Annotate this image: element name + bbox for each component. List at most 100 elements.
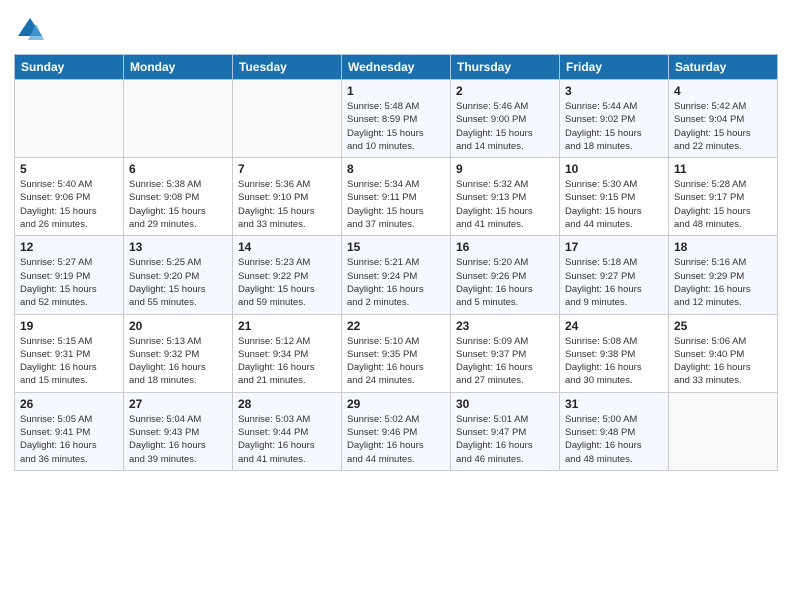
calendar-cell: 9 Sunrise: 5:32 AM Sunset: 9:13 PM Daylig… [451, 158, 560, 236]
day-number: 30 [456, 397, 554, 411]
day-number: 8 [347, 162, 445, 176]
calendar-cell: 27 Sunrise: 5:04 AM Sunset: 9:43 PM Dayli… [124, 392, 233, 470]
day-info: Sunrise: 5:40 AM Sunset: 9:06 PM Dayligh… [20, 178, 118, 231]
day-info: Sunrise: 5:10 AM Sunset: 9:35 PM Dayligh… [347, 335, 445, 388]
calendar-cell: 3Sunrise: 5:44 AM Sunset: 9:02 PM Daylig… [560, 80, 669, 158]
day-info: Sunrise: 5:42 AM Sunset: 9:04 PM Dayligh… [674, 100, 772, 153]
logo-icon [14, 14, 46, 46]
day-number: 1 [347, 84, 445, 98]
weekday-header-thursday: Thursday [451, 55, 560, 80]
day-number: 11 [674, 162, 772, 176]
calendar-cell: 19 Sunrise: 5:15 AM Sunset: 9:31 PM Dayli… [15, 314, 124, 392]
day-info: Sunrise: 5:02 AM Sunset: 9:46 PM Dayligh… [347, 413, 445, 466]
calendar-cell: 15 Sunrise: 5:21 AM Sunset: 9:24 PM Dayli… [342, 236, 451, 314]
weekday-header-saturday: Saturday [669, 55, 778, 80]
day-number: 31 [565, 397, 663, 411]
calendar-cell: 1 Sunrise: 5:48 AM Sunset: 8:59 PM Daylig… [342, 80, 451, 158]
weekday-header-tuesday: Tuesday [233, 55, 342, 80]
calendar-cell: 10 Sunrise: 5:30 AM Sunset: 9:15 PM Dayli… [560, 158, 669, 236]
day-number: 17 [565, 240, 663, 254]
day-info: Sunrise: 5:12 AM Sunset: 9:34 PM Dayligh… [238, 335, 336, 388]
day-info: Sunrise: 5:36 AM Sunset: 9:10 PM Dayligh… [238, 178, 336, 231]
day-info: Sunrise: 5:06 AM Sunset: 9:40 PM Dayligh… [674, 335, 772, 388]
day-info: Sunrise: 5:08 AM Sunset: 9:38 PM Dayligh… [565, 335, 663, 388]
day-number: 26 [20, 397, 118, 411]
calendar-cell: 16 Sunrise: 5:20 AM Sunset: 9:26 PM Dayli… [451, 236, 560, 314]
calendar-cell: 14 Sunrise: 5:23 AM Sunset: 9:22 PM Dayli… [233, 236, 342, 314]
day-info: Sunrise: 5:03 AM Sunset: 9:44 PM Dayligh… [238, 413, 336, 466]
calendar-cell: 7 Sunrise: 5:36 AM Sunset: 9:10 PM Daylig… [233, 158, 342, 236]
day-number: 12 [20, 240, 118, 254]
day-number: 18 [674, 240, 772, 254]
day-info: Sunrise: 5:28 AM Sunset: 9:17 PM Dayligh… [674, 178, 772, 231]
logo [14, 14, 50, 46]
calendar-cell: 25 Sunrise: 5:06 AM Sunset: 9:40 PM Dayli… [669, 314, 778, 392]
header [14, 10, 778, 46]
calendar-cell: 20Sunrise: 5:13 AM Sunset: 9:32 PM Dayli… [124, 314, 233, 392]
day-number: 19 [20, 319, 118, 333]
calendar-cell: 4 Sunrise: 5:42 AM Sunset: 9:04 PM Daylig… [669, 80, 778, 158]
calendar-week-row: 26Sunrise: 5:05 AM Sunset: 9:41 PM Dayli… [15, 392, 778, 470]
day-number: 9 [456, 162, 554, 176]
day-number: 4 [674, 84, 772, 98]
day-number: 27 [129, 397, 227, 411]
calendar-cell: 13 Sunrise: 5:25 AM Sunset: 9:20 PM Dayli… [124, 236, 233, 314]
day-info: Sunrise: 5:04 AM Sunset: 9:43 PM Dayligh… [129, 413, 227, 466]
calendar-cell: 30 Sunrise: 5:01 AM Sunset: 9:47 PM Dayli… [451, 392, 560, 470]
day-number: 10 [565, 162, 663, 176]
day-number: 16 [456, 240, 554, 254]
calendar-cell: 12 Sunrise: 5:27 AM Sunset: 9:19 PM Dayli… [15, 236, 124, 314]
day-info: Sunrise: 5:15 AM Sunset: 9:31 PM Dayligh… [20, 335, 118, 388]
day-number: 29 [347, 397, 445, 411]
day-info: Sunrise: 5:01 AM Sunset: 9:47 PM Dayligh… [456, 413, 554, 466]
day-number: 3 [565, 84, 663, 98]
day-info: Sunrise: 5:16 AM Sunset: 9:29 PM Dayligh… [674, 256, 772, 309]
page: SundayMondayTuesdayWednesdayThursdayFrid… [0, 0, 792, 612]
day-number: 2 [456, 84, 554, 98]
weekday-header-monday: Monday [124, 55, 233, 80]
day-number: 28 [238, 397, 336, 411]
day-info: Sunrise: 5:30 AM Sunset: 9:15 PM Dayligh… [565, 178, 663, 231]
day-info: Sunrise: 5:48 AM Sunset: 8:59 PM Dayligh… [347, 100, 445, 153]
calendar-cell: 29 Sunrise: 5:02 AM Sunset: 9:46 PM Dayli… [342, 392, 451, 470]
day-number: 21 [238, 319, 336, 333]
calendar-cell: 28 Sunrise: 5:03 AM Sunset: 9:44 PM Dayli… [233, 392, 342, 470]
day-info: Sunrise: 5:27 AM Sunset: 9:19 PM Dayligh… [20, 256, 118, 309]
calendar-cell: 17 Sunrise: 5:18 AM Sunset: 9:27 PM Dayli… [560, 236, 669, 314]
calendar-cell [233, 80, 342, 158]
calendar-cell: 21 Sunrise: 5:12 AM Sunset: 9:34 PM Dayli… [233, 314, 342, 392]
calendar-cell: 5Sunrise: 5:40 AM Sunset: 9:06 PM Daylig… [15, 158, 124, 236]
day-info: Sunrise: 5:20 AM Sunset: 9:26 PM Dayligh… [456, 256, 554, 309]
day-info: Sunrise: 5:23 AM Sunset: 9:22 PM Dayligh… [238, 256, 336, 309]
day-number: 20 [129, 319, 227, 333]
day-number: 23 [456, 319, 554, 333]
calendar-cell: 6 Sunrise: 5:38 AM Sunset: 9:08 PM Daylig… [124, 158, 233, 236]
calendar-week-row: 19 Sunrise: 5:15 AM Sunset: 9:31 PM Dayli… [15, 314, 778, 392]
day-info: Sunrise: 5:21 AM Sunset: 9:24 PM Dayligh… [347, 256, 445, 309]
day-info: Sunrise: 5:34 AM Sunset: 9:11 PM Dayligh… [347, 178, 445, 231]
day-number: 14 [238, 240, 336, 254]
day-info: Sunrise: 5:38 AM Sunset: 9:08 PM Dayligh… [129, 178, 227, 231]
calendar-cell: 23Sunrise: 5:09 AM Sunset: 9:37 PM Dayli… [451, 314, 560, 392]
calendar-cell: 2Sunrise: 5:46 AM Sunset: 9:00 PM Daylig… [451, 80, 560, 158]
day-info: Sunrise: 5:00 AM Sunset: 9:48 PM Dayligh… [565, 413, 663, 466]
day-number: 22 [347, 319, 445, 333]
weekday-header-row: SundayMondayTuesdayWednesdayThursdayFrid… [15, 55, 778, 80]
day-info: Sunrise: 5:25 AM Sunset: 9:20 PM Dayligh… [129, 256, 227, 309]
day-number: 25 [674, 319, 772, 333]
calendar-cell: 31 Sunrise: 5:00 AM Sunset: 9:48 PM Dayli… [560, 392, 669, 470]
day-number: 7 [238, 162, 336, 176]
day-number: 15 [347, 240, 445, 254]
calendar-cell: 18 Sunrise: 5:16 AM Sunset: 9:29 PM Dayli… [669, 236, 778, 314]
day-number: 6 [129, 162, 227, 176]
calendar-table: SundayMondayTuesdayWednesdayThursdayFrid… [14, 54, 778, 471]
day-info: Sunrise: 5:32 AM Sunset: 9:13 PM Dayligh… [456, 178, 554, 231]
calendar-cell [669, 392, 778, 470]
day-info: Sunrise: 5:18 AM Sunset: 9:27 PM Dayligh… [565, 256, 663, 309]
calendar-cell: 22 Sunrise: 5:10 AM Sunset: 9:35 PM Dayli… [342, 314, 451, 392]
weekday-header-sunday: Sunday [15, 55, 124, 80]
calendar-cell [15, 80, 124, 158]
day-number: 13 [129, 240, 227, 254]
calendar-cell [124, 80, 233, 158]
weekday-header-wednesday: Wednesday [342, 55, 451, 80]
